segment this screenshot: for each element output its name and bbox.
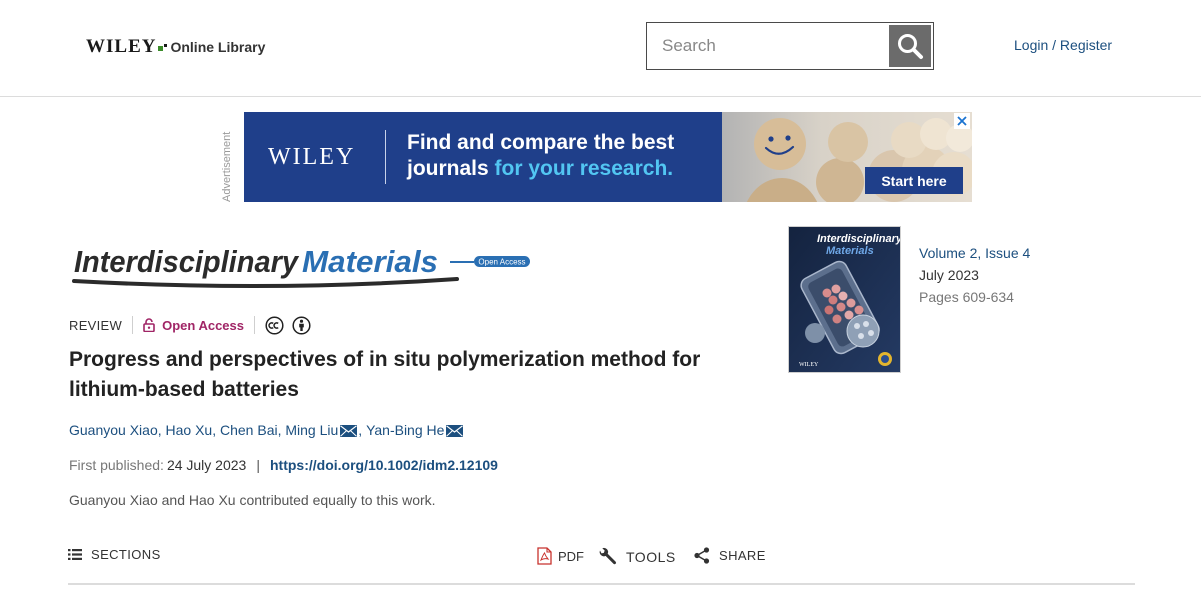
ad-start-here-button[interactable]: Start here [865, 167, 963, 194]
author-separator: , [157, 422, 166, 438]
advertisement-label: Advertisement [221, 118, 237, 202]
cover-title-line1: Interdisciplinary [817, 233, 900, 245]
creative-commons-icon [265, 315, 284, 335]
open-access-label: Open Access [162, 317, 244, 333]
author-link[interactable]: Hao Xu [166, 422, 213, 438]
logo-black-square [164, 44, 168, 47]
pdf-label: PDF [558, 548, 584, 564]
first-published-label: First published: [69, 457, 164, 473]
volume-issue-link[interactable]: Volume 2, Issue 4 [919, 242, 1030, 264]
logo-green-square [158, 46, 164, 51]
list-icon [68, 549, 82, 560]
ad-close-button[interactable] [954, 113, 970, 129]
journal-name-word2: Materials [302, 244, 438, 279]
publication-info: First published: 24 July 2023 | https://… [69, 457, 498, 473]
ad-wiley-logo: WILEY [268, 144, 356, 170]
tools-button[interactable]: TOOLS [598, 547, 676, 566]
journal-cover-image[interactable]: Interdisciplinary Materials WILEY [789, 227, 900, 372]
search-input[interactable] [648, 24, 888, 68]
share-label: SHARE [719, 548, 766, 563]
contribution-note: Guanyou Xiao and Hao Xu contributed equa… [69, 492, 436, 508]
ad-divider [385, 130, 386, 184]
share-button[interactable]: SHARE [694, 547, 766, 564]
ad-headline-line1: Find and compare the best [407, 131, 675, 154]
lock-open-icon [143, 318, 155, 332]
journal-name-word1: Interdisciplinary [74, 244, 300, 279]
open-access-indicator: Open Access [143, 318, 244, 333]
share-icon [694, 547, 710, 564]
article-toolbar: SECTIONS PDF TOOLS SHARE [68, 545, 1135, 585]
ad-headline-highlight: for your research. [494, 157, 674, 180]
envelope-icon[interactable] [340, 425, 358, 437]
journal-open-access-badge: Open Access [478, 258, 525, 267]
advertisement-banner[interactable]: WILEY Find and compare the best journals… [244, 112, 972, 202]
site-header: WILEY Online Library Login / Register [0, 0, 1201, 97]
meta-divider [132, 316, 134, 334]
search-box [646, 22, 934, 70]
search-icon [898, 34, 923, 59]
author-link[interactable]: Yan-Bing He [366, 422, 444, 438]
search-button[interactable] [889, 25, 931, 67]
sections-label: SECTIONS [91, 547, 161, 562]
issue-date: July 2023 [919, 267, 979, 283]
tools-label: TOOLS [626, 548, 676, 565]
first-published-date: 24 July 2023 [166, 457, 247, 473]
creative-commons-license[interactable] [265, 315, 311, 335]
ad-headline: Find and compare the best journals for y… [407, 130, 674, 182]
issue-pages: Pages 609-634 [919, 289, 1014, 305]
cover-publisher: WILEY [799, 362, 819, 368]
cover-title-line2: Materials [826, 245, 874, 257]
pdf-button[interactable]: PDF [537, 547, 584, 565]
pdf-icon [537, 547, 552, 565]
author-link[interactable]: Guanyou Xiao [69, 422, 158, 438]
author-list: Guanyou Xiao, Hao Xu, Chen Bai, Ming Liu… [69, 422, 464, 438]
ad-headline-line2-start: journals [407, 157, 489, 180]
advertisement-label-text: Advertisement [221, 131, 233, 202]
author-link[interactable]: Ming Liu [285, 422, 338, 438]
logo-online-library-text: Online Library [170, 39, 266, 55]
article-type: REVIEW [69, 317, 123, 333]
article-meta-row: REVIEW Open Access [69, 315, 311, 335]
author-link[interactable]: Chen Bai [220, 422, 278, 438]
doi-link[interactable]: https://doi.org/10.1002/idm2.12109 [270, 457, 498, 473]
author-separator: , [212, 422, 220, 438]
author-separator: , [358, 422, 367, 438]
article-title: Progress and perspectives of in situ pol… [69, 348, 701, 401]
journal-title-banner[interactable]: Interdisciplinary Materials Open Access [72, 232, 532, 292]
wiley-online-library-logo[interactable]: WILEY Online Library [86, 36, 265, 58]
meta-divider [254, 316, 255, 334]
attribution-icon [292, 315, 311, 335]
author-separator: , [277, 422, 286, 438]
sections-button[interactable]: SECTIONS [68, 547, 161, 562]
logo-wiley-text: WILEY [86, 36, 157, 57]
publication-separator: | [256, 457, 260, 473]
wrench-icon [599, 547, 616, 565]
login-register-link[interactable]: Login / Register [1014, 37, 1112, 53]
envelope-icon[interactable] [446, 425, 464, 437]
issue-info: Volume 2, Issue 4 July 2023 Pages 609-63… [919, 242, 1030, 308]
close-icon [957, 116, 967, 126]
